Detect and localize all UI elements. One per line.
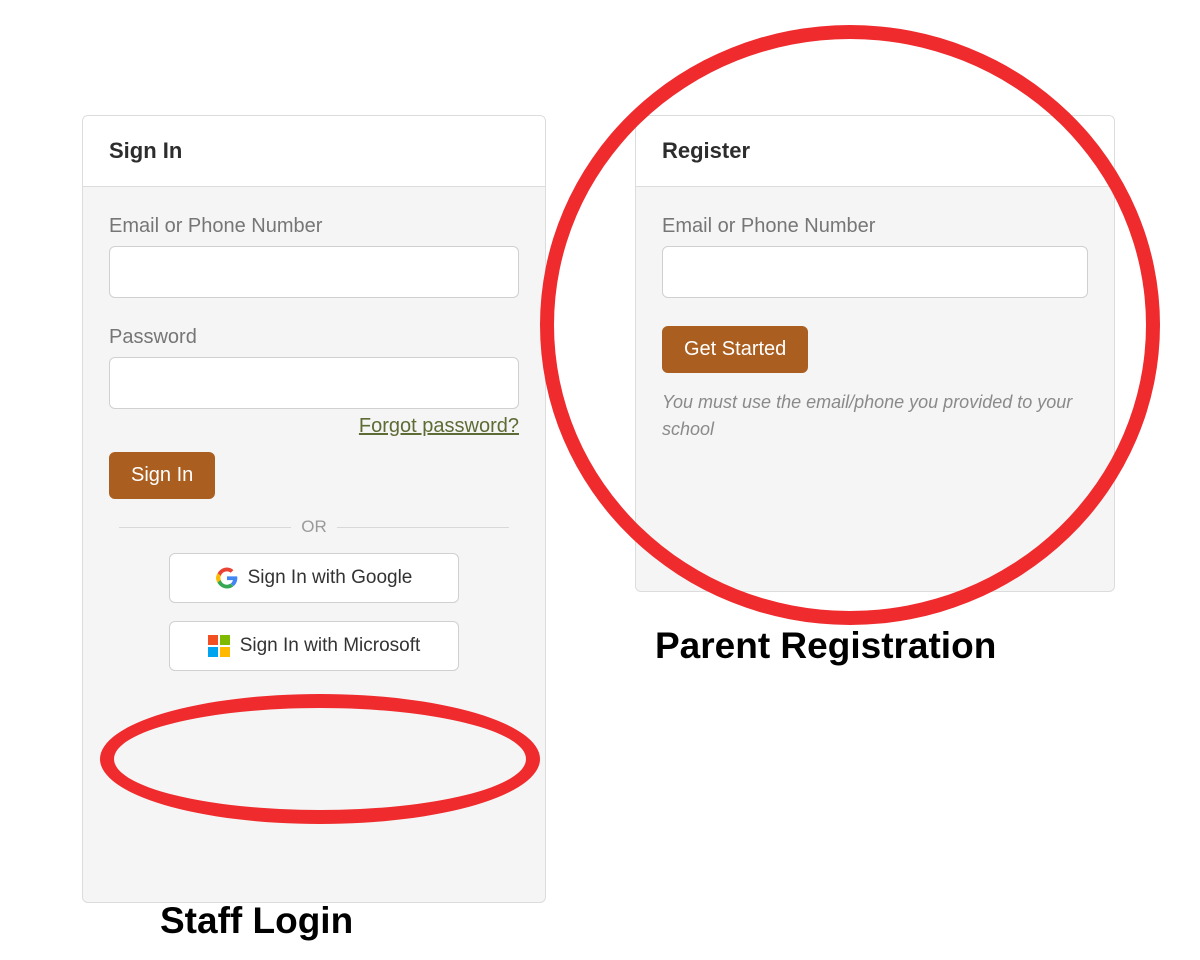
register-email-input[interactable] — [662, 246, 1088, 298]
sign-in-panel: Sign In Email or Phone Number Password F… — [82, 115, 546, 903]
signin-password-input[interactable] — [109, 357, 519, 409]
register-title: Register — [662, 138, 1088, 164]
signin-password-label: Password — [109, 326, 519, 349]
signin-email-label: Email or Phone Number — [109, 215, 519, 238]
sso-divider: OR — [109, 517, 519, 537]
register-body: Email or Phone Number Get Started You mu… — [636, 187, 1114, 475]
microsoft-icon — [208, 635, 230, 657]
signin-email-input[interactable] — [109, 246, 519, 298]
sign-in-button[interactable]: Sign In — [109, 452, 215, 499]
sso-divider-label: OR — [301, 517, 327, 537]
sign-in-body: Email or Phone Number Password Forgot pa… — [83, 187, 545, 721]
register-panel: Register Email or Phone Number Get Start… — [635, 115, 1115, 592]
register-email-label: Email or Phone Number — [662, 215, 1088, 238]
google-icon — [216, 567, 238, 589]
google-button-label: Sign In with Google — [248, 567, 413, 589]
staff-login-caption: Staff Login — [160, 900, 353, 942]
microsoft-button-label: Sign In with Microsoft — [240, 635, 421, 657]
parent-registration-caption: Parent Registration — [655, 625, 996, 667]
sign-in-with-google-button[interactable]: Sign In with Google — [169, 553, 459, 603]
register-hint: You must use the email/phone you provide… — [662, 389, 1088, 443]
sign-in-header: Sign In — [83, 116, 545, 187]
forgot-password-link[interactable]: Forgot password? — [109, 415, 519, 438]
register-header: Register — [636, 116, 1114, 187]
get-started-button[interactable]: Get Started — [662, 326, 808, 373]
sign-in-title: Sign In — [109, 138, 519, 164]
sign-in-with-microsoft-button[interactable]: Sign In with Microsoft — [169, 621, 459, 671]
